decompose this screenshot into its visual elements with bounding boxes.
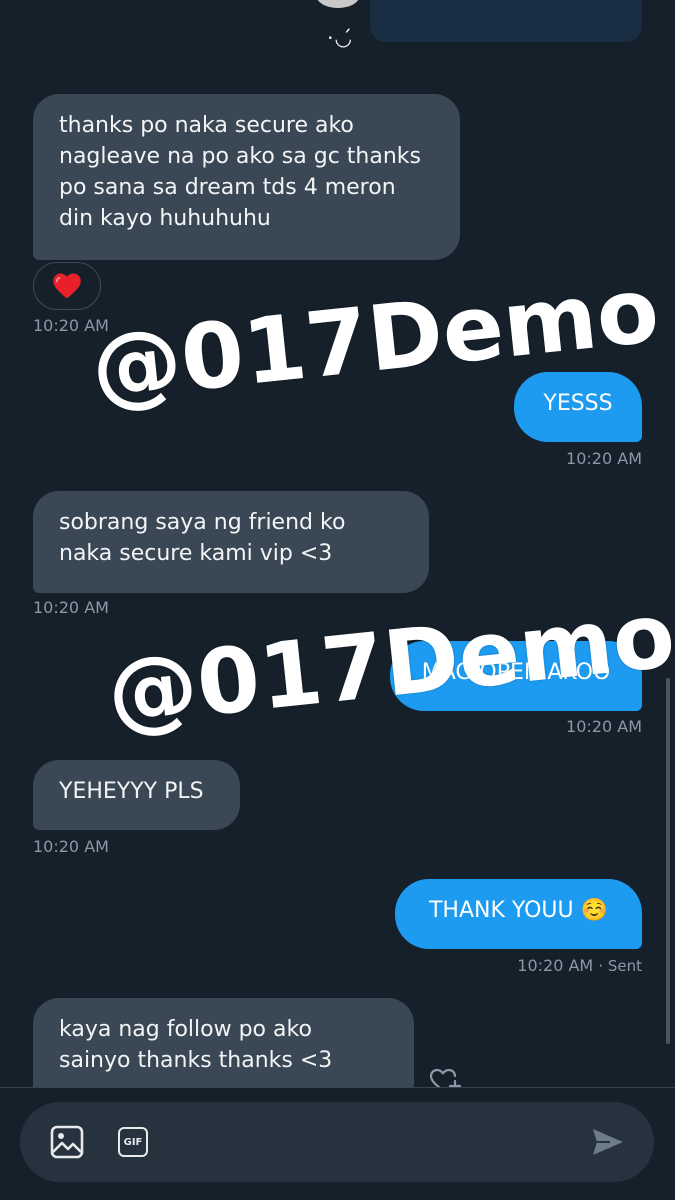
message-bubble-received[interactable]: thanks po naka secure ako nagleave na po… [33, 94, 460, 260]
message-timestamp: 10:20 AM [566, 449, 642, 468]
message-bubble-received[interactable]: kaya nag follow po ako sainyo thanks tha… [33, 998, 414, 1088]
previous-message-bubble [370, 0, 642, 42]
message-text: thanks po naka secure ako nagleave na po… [59, 113, 421, 231]
gif-label: GIF [123, 1136, 143, 1148]
add-reaction-icon[interactable] [428, 1066, 464, 1088]
composer-divider [0, 1087, 675, 1088]
send-icon[interactable] [590, 1124, 626, 1160]
reaction-badge[interactable] [33, 262, 101, 310]
message-timestamp: 10:20 AM [517, 956, 594, 975]
conversation-view[interactable]: ·◡́ thanks po naka secure ako nagleave n… [0, 0, 675, 1088]
gif-icon[interactable]: GIF [118, 1127, 148, 1157]
message-text: THANK YOUU ☺️ [428, 898, 609, 923]
top-emoticon: ·◡́ [327, 26, 353, 50]
message-timestamp: 10:20 AM [566, 717, 642, 736]
message-text: YESSS [543, 391, 613, 416]
sent-status: · Sent [598, 957, 642, 975]
message-text: kaya nag follow po ako sainyo thanks tha… [59, 1017, 333, 1073]
scrollbar[interactable] [666, 678, 670, 1044]
message-composer[interactable]: GIF [20, 1102, 654, 1182]
message-timestamp: 10:20 AM [33, 598, 109, 617]
message-bubble-received[interactable]: YEHEYYY PLS [33, 760, 240, 830]
message-text: YEHEYYY PLS [59, 779, 204, 804]
message-text: sobrang saya ng friend ko naka secure ka… [59, 510, 346, 566]
message-bubble-sent[interactable]: YESSS [514, 372, 642, 442]
image-icon[interactable] [49, 1124, 85, 1160]
message-bubble-received[interactable]: sobrang saya ng friend ko naka secure ka… [33, 491, 429, 593]
message-timestamp: 10:20 AM [33, 837, 109, 856]
heart-reaction-icon [53, 273, 81, 299]
message-timestamp-with-status: 10:20 AM · Sent [517, 956, 642, 975]
message-bubble-sent[interactable]: THANK YOUU ☺️ [395, 879, 642, 949]
avatar[interactable] [316, 0, 360, 8]
